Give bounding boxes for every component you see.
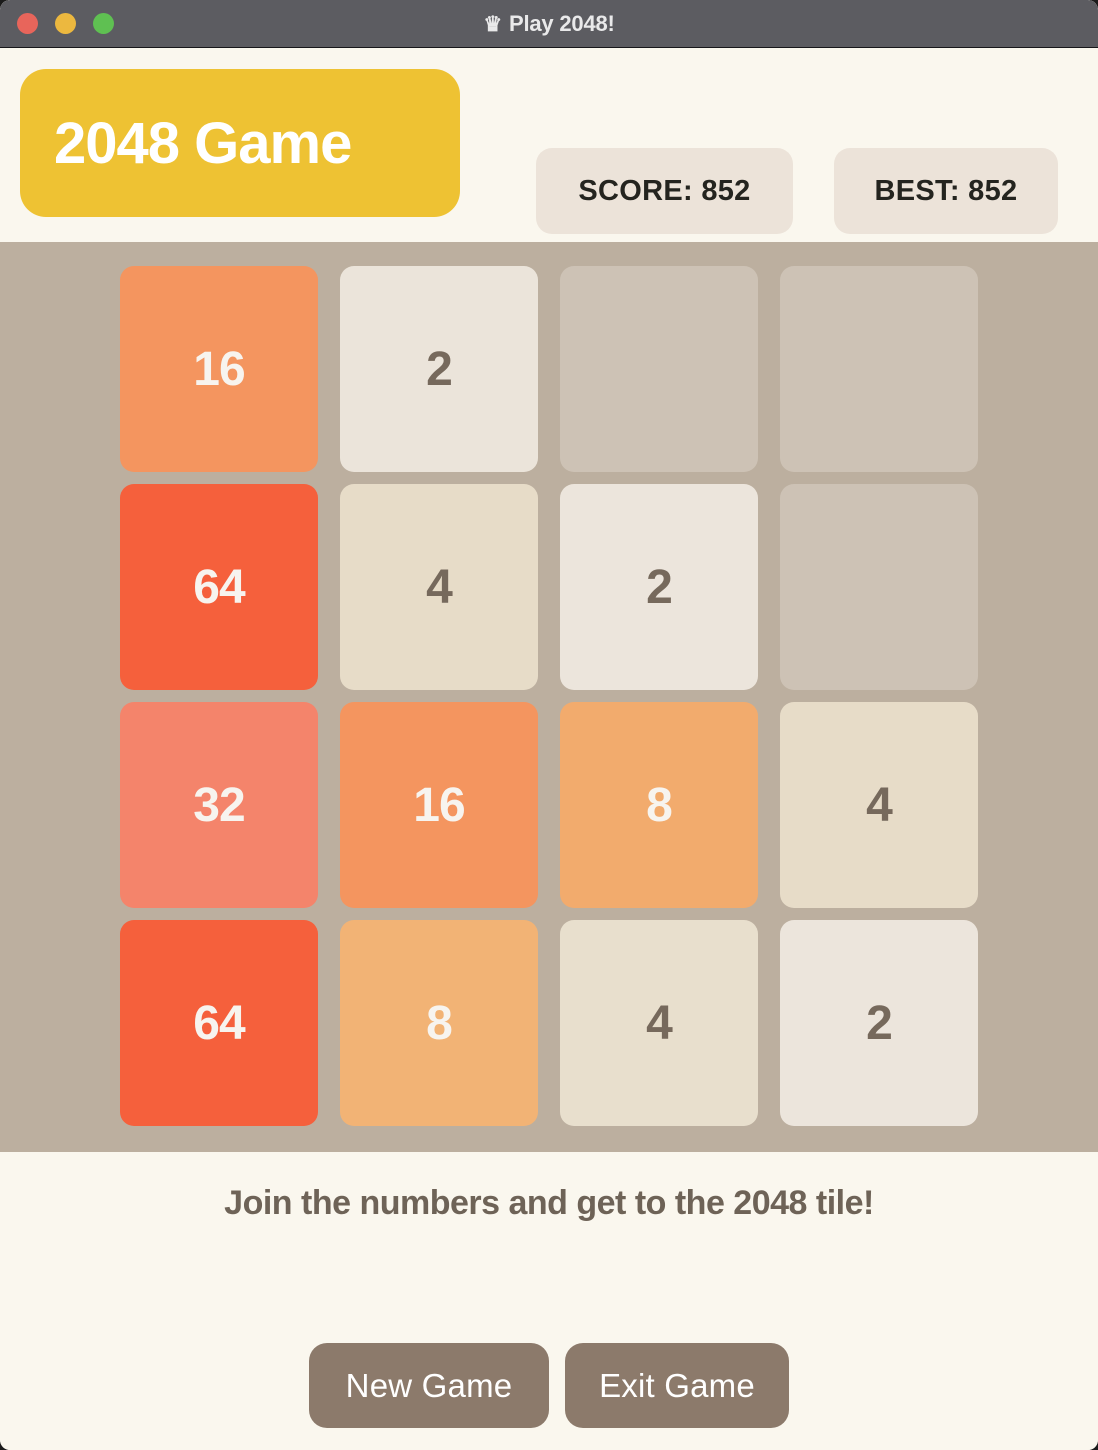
brand-title: 2048 Game [54, 110, 352, 176]
app-footer: Join the numbers and get to the 2048 til… [0, 1152, 1098, 1450]
tile-8: 8 [560, 702, 758, 908]
score-badge: SCORE: 852 [536, 148, 793, 234]
empty-cell [780, 266, 978, 472]
tile-8: 8 [340, 920, 538, 1126]
best-score-badge: BEST: 852 [834, 148, 1058, 234]
window-title-text: Play 2048! [509, 11, 615, 36]
crown-icon: ♛ [483, 12, 502, 36]
footer-button-row: New Game Exit Game [0, 1343, 1098, 1428]
tile-4: 4 [560, 920, 758, 1126]
exit-game-button[interactable]: Exit Game [565, 1343, 789, 1428]
window-title: ♛ Play 2048! [0, 0, 1098, 48]
game-grid[interactable]: 16 2 64 4 2 32 16 8 4 64 8 4 2 [120, 266, 978, 1126]
tagline: Join the numbers and get to the 2048 til… [224, 1184, 874, 1222]
tile-16: 16 [120, 266, 318, 472]
game-board-area: 16 2 64 4 2 32 16 8 4 64 8 4 2 [0, 242, 1098, 1152]
best-score-badge-label: BEST: 852 [874, 174, 1018, 207]
app-header: 2048 Game SCORE: 852 BEST: 852 [0, 48, 1098, 242]
score-badge-label: SCORE: 852 [578, 174, 751, 207]
window-titlebar: ♛ Play 2048! [0, 0, 1098, 48]
tile-4: 4 [780, 702, 978, 908]
new-game-button[interactable]: New Game [309, 1343, 549, 1428]
app-window: ♛ Play 2048! 2048 Game SCORE: 852 BEST: … [0, 0, 1098, 1450]
tile-64: 64 [120, 484, 318, 690]
tile-2: 2 [340, 266, 538, 472]
empty-cell [780, 484, 978, 690]
tile-2: 2 [780, 920, 978, 1126]
tile-16: 16 [340, 702, 538, 908]
tile-64: 64 [120, 920, 318, 1126]
brand-badge: 2048 Game [20, 69, 460, 217]
tile-32: 32 [120, 702, 318, 908]
tile-2: 2 [560, 484, 758, 690]
tile-4: 4 [340, 484, 538, 690]
empty-cell [560, 266, 758, 472]
